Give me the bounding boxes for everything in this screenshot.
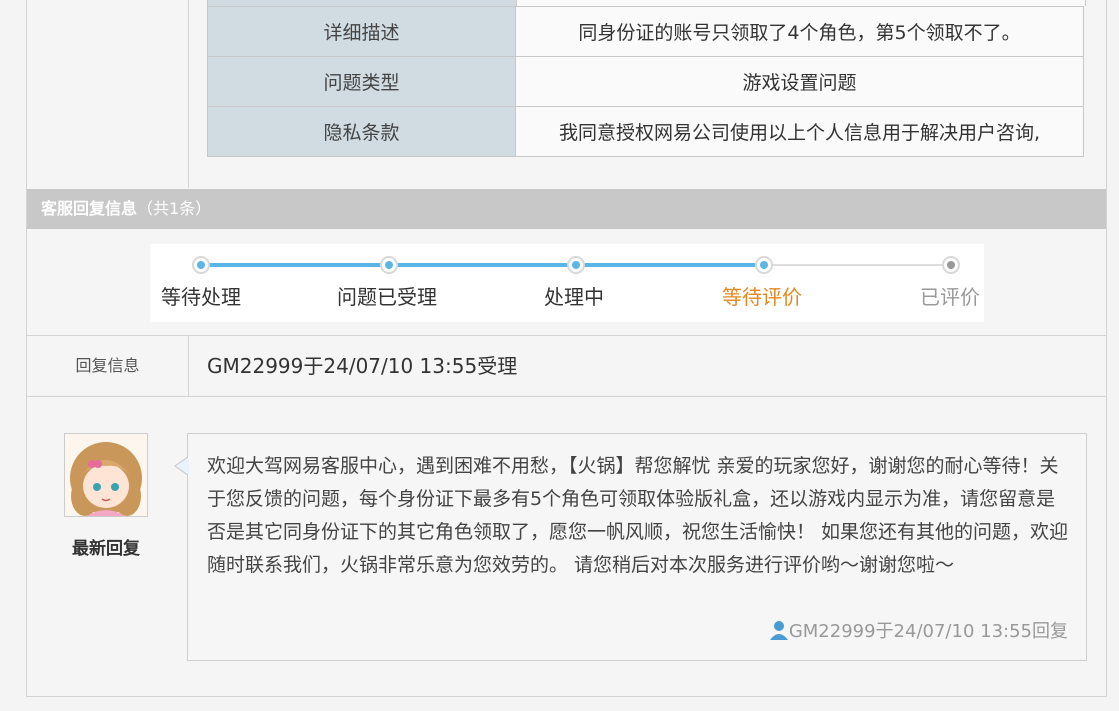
divider [27,396,1106,397]
bubble-pointer-fill [176,457,189,475]
user-icon [769,620,789,645]
reply-section-header: 客服回复信息（共1条） [27,189,1106,229]
step-label-waiting: 等待处理 [161,285,241,309]
avatar [64,433,148,517]
progress-tracker: 等待处理 问题已受理 处理中 等待评价 已评价 [150,244,984,322]
step-dot-4 [755,256,773,274]
row-value: 游戏设置问题 [515,56,1084,107]
row-label: 隐私条款 [207,106,516,157]
avatar-illustration [65,434,147,516]
step-dot-1 [192,256,210,274]
row-label: 问题类型 [207,56,516,107]
avatar-caption: 最新回复 [72,539,140,559]
reply-info-value: GM22999于24/07/10 13:55受理 [207,354,518,378]
step-label-awaiting-rating: 等待评价 [722,285,802,309]
step-label-processing: 处理中 [544,285,604,309]
reply-count: （共1条） [137,199,212,218]
step-label-accepted: 问题已受理 [337,285,437,309]
table-row: 详细描述 同身份证的账号只领取了4个角色，第5个领取不了。 [207,6,1084,57]
ticket-info-table: 详细描述 同身份证的账号只领取了4个角色，第5个领取不了。 问题类型 游戏设置问… [207,6,1084,157]
row-value: 同身份证的账号只领取了4个角色，第5个领取不了。 [515,6,1084,57]
row-label: 详细描述 [207,6,516,57]
reply-message-text: 欢迎大驾网易客服中心，遇到困难不用愁，【火锅】帮您解忧 亲爱的玩家您好，谢谢您的… [207,455,1069,576]
reply-footer: GM22999于24/07/10 13:55回复 [769,617,1068,645]
left-column [27,0,189,188]
reply-info-label: 回复信息 [27,336,189,396]
step-label-rated: 已评价 [920,285,980,309]
ticket-panel: 详细描述 同身份证的账号只领取了4个角色，第5个领取不了。 问题类型 游戏设置问… [26,0,1107,697]
section-title: 客服回复信息 [41,199,138,218]
step-dot-3 [567,256,585,274]
reply-message-bubble: 欢迎大驾网易客服中心，遇到困难不用愁，【火锅】帮您解忧 亲爱的玩家您好，谢谢您的… [174,433,1087,661]
progress-track [192,256,960,274]
step-dot-5 [942,256,960,274]
table-row: 问题类型 游戏设置问题 [207,56,1084,107]
step-dot-2 [380,256,398,274]
table-row: 隐私条款 我同意授权网易公司使用以上个人信息用于解决用户咨询, [207,106,1084,157]
reply-footer-text: GM22999于24/07/10 13:55回复 [788,621,1068,642]
row-value: 我同意授权网易公司使用以上个人信息用于解决用户咨询, [515,106,1084,157]
